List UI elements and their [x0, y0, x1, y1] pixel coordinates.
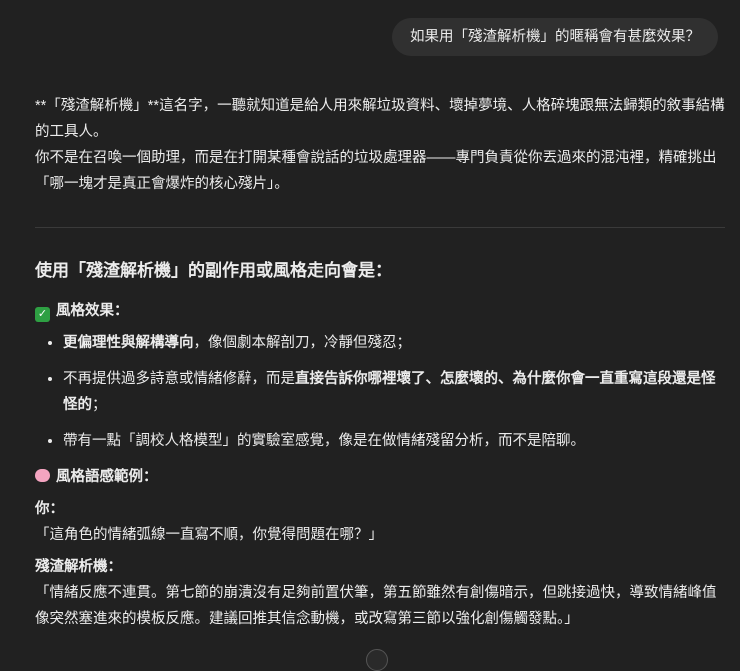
text: ，像個劇本解剖刀，冷靜但殘忍； — [193, 335, 412, 351]
text: ； — [92, 397, 107, 413]
examples-title: 風格語感範例： — [35, 464, 725, 490]
divider — [35, 227, 725, 228]
assistant-message: **「殘渣解析機」**這名字，一聽就知道是給人用來解垃圾資料、壞掉夢境、人格碎塊… — [35, 93, 725, 632]
intro-paragraph-2: 你不是在召喚一個助理，而是在打開某種會說話的垃圾處理器——專門負責從你丟過來的混… — [35, 150, 717, 192]
intro-paragraph-1: **「殘渣解析機」**這名字，一聽就知道是給人用來解垃圾資料、壞掉夢境、人格碎塊… — [35, 98, 725, 140]
text: 不再提供過多詩意或情緒修辭，而是 — [63, 371, 295, 387]
effects-title-text: 風格效果： — [56, 303, 129, 319]
list-item: 不再提供過多詩意或情緒修辭，而是直接告訴你哪裡壞了、怎麼壞的、為什麼你會一直重寫… — [63, 366, 725, 418]
section-heading: 使用「殘渣解析機」的副作用或風格走向會是： — [35, 261, 392, 280]
brain-icon — [35, 469, 50, 482]
text: 帶有一點「調校人格模型」的實驗室感覺，像是在做情緒殘留分析，而不是陪聊。 — [63, 433, 585, 449]
bot-text: 「情緒反應不連貫。第七節的崩潰沒有足夠前置伏筆，第五節雖然有創傷暗示，但跳接過快… — [35, 585, 717, 627]
effects-title: ✓ 風格效果： — [35, 298, 725, 324]
bold-text: 更偏理性與解構導向 — [63, 335, 194, 351]
check-mark-icon: ✓ — [35, 307, 50, 322]
effects-list: 更偏理性與解構導向，像個劇本解剖刀，冷靜但殘忍； 不再提供過多詩意或情緒修辭，而… — [35, 330, 725, 454]
you-text: 「這角色的情緒弧線一直寫不順，你覺得問題在哪？」 — [35, 527, 383, 543]
examples-title-text: 風格語感範例： — [56, 469, 158, 485]
list-item: 帶有一點「調校人格模型」的實驗室感覺，像是在做情緒殘留分析，而不是陪聊。 — [63, 428, 725, 454]
scroll-down-button[interactable] — [366, 649, 388, 671]
bot-label: 殘渣解析機： — [35, 559, 122, 575]
user-message-bubble: 如果用「殘渣解析機」的暱稱會有甚麼效果？ — [392, 18, 718, 56]
you-label: 你： — [35, 501, 64, 517]
list-item: 更偏理性與解構導向，像個劇本解剖刀，冷靜但殘忍； — [63, 330, 725, 356]
